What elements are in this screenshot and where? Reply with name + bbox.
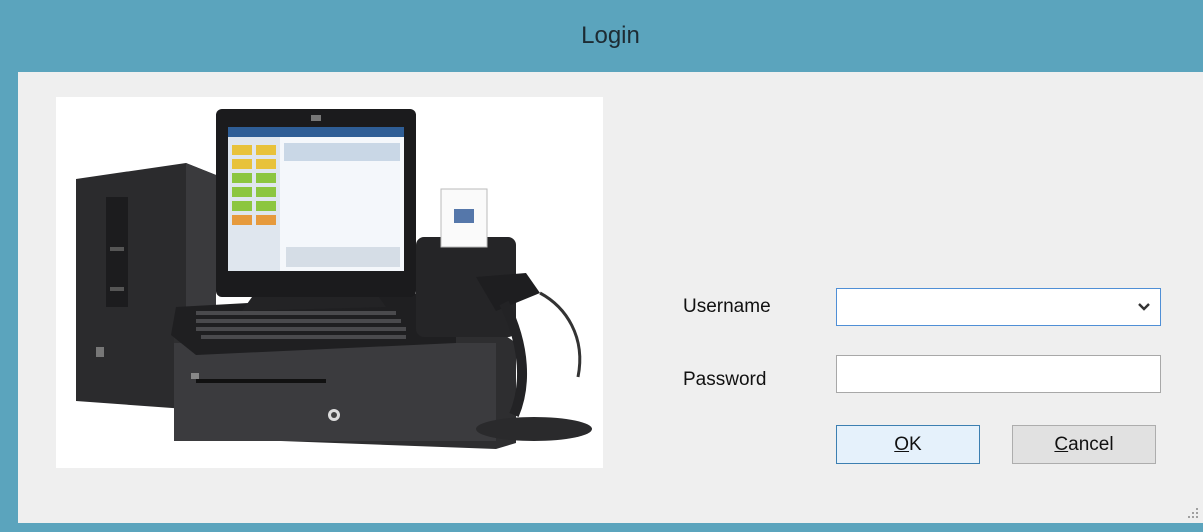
resize-grip-icon[interactable] [1187,507,1199,519]
username-combobox[interactable] [836,288,1161,326]
chevron-down-icon[interactable] [1136,297,1152,317]
pos-system-illustration [76,109,592,449]
ok-mnemonic: O [894,434,910,455]
username-label: Username [683,296,771,317]
login-window: Login Username Password OK Cancel [0,0,1203,532]
password-field[interactable] [836,355,1161,393]
title-bar[interactable]: Login [9,0,1203,72]
window-title: Login [581,22,640,49]
cancel-button[interactable]: Cancel [1012,425,1156,464]
password-label: Password [683,369,767,390]
login-form-panel: Username Password OK Cancel [18,72,1203,523]
ok-label-rest: K [909,434,922,455]
cancel-mnemonic: C [1054,434,1069,455]
ok-button[interactable]: OK [836,425,980,464]
cancel-label-rest: ancel [1068,434,1114,455]
pos-system-image [56,97,603,468]
